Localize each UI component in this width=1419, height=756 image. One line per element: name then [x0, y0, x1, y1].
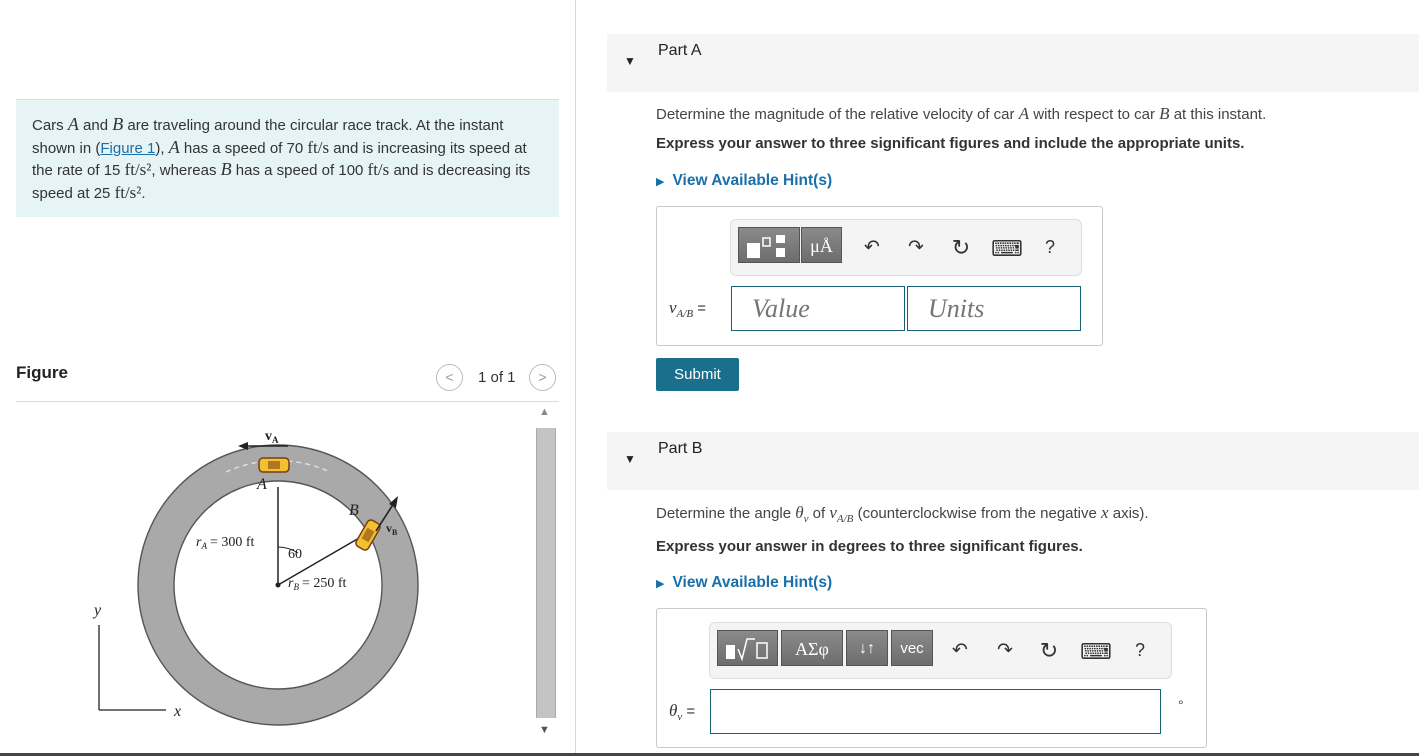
expand-triangle-icon: ▶ [656, 176, 665, 188]
var-a: A [67, 114, 79, 134]
var-b: B [220, 159, 232, 179]
undo-icon[interactable]: ↶ [860, 236, 884, 259]
part-b-hint-link[interactable]: ▶ View Available Hint(s) [656, 574, 832, 592]
figure-heading: Figure [16, 363, 68, 382]
part-a-header[interactable]: ▼ Part A [607, 34, 1419, 92]
problem-text: Cars [32, 117, 68, 134]
help-icon[interactable]: ? [1040, 237, 1060, 258]
problem-statement: Cars A and B are traveling around the ci… [16, 99, 559, 217]
pane-divider [575, 0, 576, 756]
unit: ft/s [307, 137, 330, 157]
problem-text: . [141, 184, 146, 202]
scroll-up-arrow-icon[interactable]: ▲ [539, 406, 550, 418]
undo-icon[interactable]: ↶ [948, 639, 972, 662]
var-b: B [112, 114, 124, 134]
keyboard-icon[interactable]: ⌨ [991, 236, 1023, 262]
redo-icon[interactable]: ↷ [904, 236, 928, 259]
part-a-hint-link[interactable]: ▶ View Available Hint(s) [656, 172, 832, 190]
reset-icon[interactable]: ↻ [1037, 638, 1061, 664]
collapse-caret-icon[interactable]: ▼ [624, 54, 636, 68]
templates-button[interactable] [738, 227, 800, 263]
problem-text: ), [155, 139, 169, 157]
part-b-instructions: Express your answer in degrees to three … [656, 538, 1083, 555]
divider [16, 401, 559, 402]
figure-scrollbar[interactable] [536, 428, 556, 718]
var-a: A [168, 136, 180, 157]
sqrt-template-icon [726, 638, 768, 662]
problem-text: has a speed of 100 [231, 162, 368, 179]
expand-triangle-icon: ▶ [656, 578, 665, 590]
label-x: x [173, 703, 181, 720]
car-a-icon [258, 457, 290, 473]
label-rb: rB = 250 ft [288, 576, 347, 592]
scroll-down-arrow-icon[interactable]: ▼ [539, 724, 550, 736]
part-a-instructions: Express your answer to three significant… [656, 135, 1245, 152]
part-a-variable-label: vA/B = [669, 298, 706, 320]
label-y: y [92, 602, 102, 619]
unit: ft/s² [114, 182, 142, 202]
part-b-question: Determine the angle θv of vA/B (counterc… [656, 503, 1149, 525]
greek-symbols-button[interactable]: ΑΣφ [781, 630, 843, 666]
label-b: B [349, 502, 359, 519]
label-angle: 60 [288, 547, 302, 562]
help-icon[interactable]: ? [1130, 640, 1150, 661]
next-figure-button[interactable]: > [529, 364, 556, 391]
keyboard-icon[interactable]: ⌨ [1080, 639, 1112, 665]
templates-icon [747, 235, 785, 258]
problem-text: and [78, 117, 113, 134]
subscript-superscript-button[interactable]: ↓↑ [846, 630, 888, 666]
part-b-header[interactable]: ▼ Part B [607, 432, 1419, 490]
reset-icon[interactable]: ↻ [949, 235, 973, 261]
track-center [275, 582, 281, 588]
part-b-variable-label: θv = [669, 701, 696, 723]
label-a: A [256, 476, 267, 493]
label-ra: rA = 300 ft [196, 535, 255, 551]
problem-text: has a speed of 70 [179, 139, 308, 157]
degree-unit-label: ° [1178, 697, 1184, 713]
problem-text: , whereas [151, 162, 221, 179]
prev-figure-button[interactable]: < [436, 364, 463, 391]
race-track-figure: vA A B vB rA = 300 ft 60 rB = 250 ft y x [92, 429, 419, 726]
value-input[interactable] [731, 286, 905, 331]
templates-sqrt-button[interactable] [717, 630, 778, 666]
redo-icon[interactable]: ↷ [993, 639, 1017, 662]
angle-input[interactable] [710, 689, 1161, 734]
submit-button[interactable]: Submit [656, 358, 739, 391]
label-va: vA [265, 429, 279, 445]
unit: ft/s² [124, 160, 152, 179]
units-button[interactable]: μÅ [801, 227, 842, 263]
units-input[interactable] [907, 286, 1081, 331]
figure-link[interactable]: Figure 1 [100, 140, 155, 157]
part-a-title: Part A [658, 42, 702, 59]
figure-pager-text: 1 of 1 [478, 369, 516, 386]
part-b-title: Part B [658, 440, 703, 457]
unit: ft/s [367, 160, 390, 179]
vector-button[interactable]: vec [891, 630, 933, 666]
collapse-caret-icon[interactable]: ▼ [624, 452, 636, 466]
part-a-question: Determine the magnitude of the relative … [656, 104, 1267, 123]
